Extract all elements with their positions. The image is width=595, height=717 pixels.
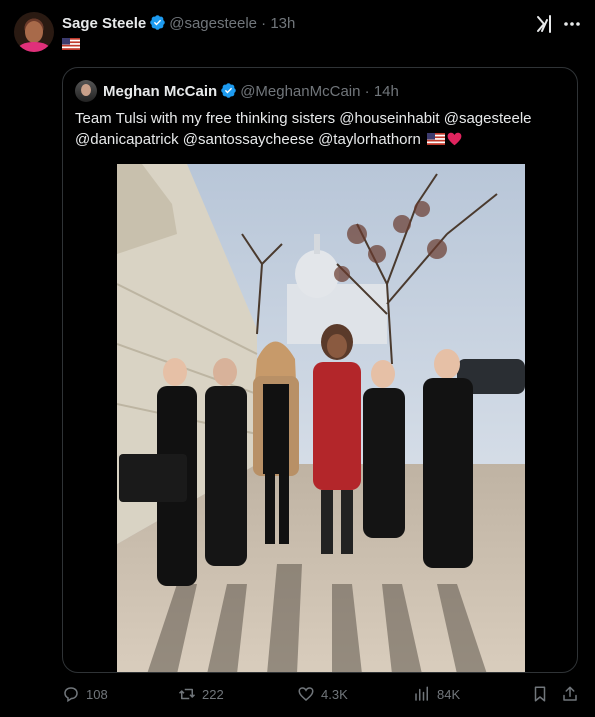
repost-count: 222: [202, 686, 224, 702]
quoted-author: Meghan McCain @MeghanMcCain · 14h: [103, 83, 399, 100]
like-icon: [298, 687, 314, 701]
heart-emoji-icon: [447, 132, 462, 146]
repost-icon: [178, 688, 196, 700]
tweet-author: Sage Steele @sagesteele · 13h: [62, 15, 296, 32]
author-handle[interactable]: @sagesteele: [169, 15, 257, 32]
author-avatar[interactable]: [14, 12, 54, 52]
quoted-time[interactable]: 14h: [374, 83, 399, 100]
quoted-text: Team Tulsi with my free thinking sisters…: [75, 110, 532, 148]
quoted-tweet[interactable]: Meghan McCain @MeghanMcCain · 14h Team Tu…: [62, 67, 578, 673]
bookmark-icon: [534, 686, 546, 702]
share-icon: [563, 686, 577, 701]
view-count: 84K: [437, 686, 461, 702]
tweet-time[interactable]: 13h: [270, 15, 295, 32]
grok-icon[interactable]: [534, 14, 554, 34]
reply-icon: [64, 687, 78, 703]
bookmark-button[interactable]: [531, 685, 549, 703]
quoted-author-name[interactable]: Meghan McCain: [103, 83, 217, 100]
like-count: 4.3K: [321, 686, 348, 702]
views-icon: [415, 686, 428, 701]
verified-badge-icon: [221, 83, 236, 98]
reply-button[interactable]: 108: [62, 685, 108, 703]
author-name[interactable]: Sage Steele: [62, 15, 146, 32]
repost-button[interactable]: 222: [178, 685, 224, 703]
like-button[interactable]: 4.3K: [297, 685, 348, 703]
quoted-author-handle[interactable]: @MeghanMcCain: [240, 83, 360, 100]
views-button[interactable]: 84K: [413, 685, 460, 703]
us-flag-icon: [62, 38, 80, 50]
more-icon[interactable]: [562, 14, 582, 34]
quoted-author-avatar[interactable]: [75, 80, 97, 102]
reply-count: 108: [86, 686, 108, 702]
verified-badge-icon: [150, 15, 165, 30]
tweet-photo[interactable]: [117, 164, 525, 673]
share-button[interactable]: [561, 685, 579, 703]
tweet-actions: 108 222 4.3K 84K: [0, 683, 595, 711]
us-flag-icon: [427, 133, 446, 145]
